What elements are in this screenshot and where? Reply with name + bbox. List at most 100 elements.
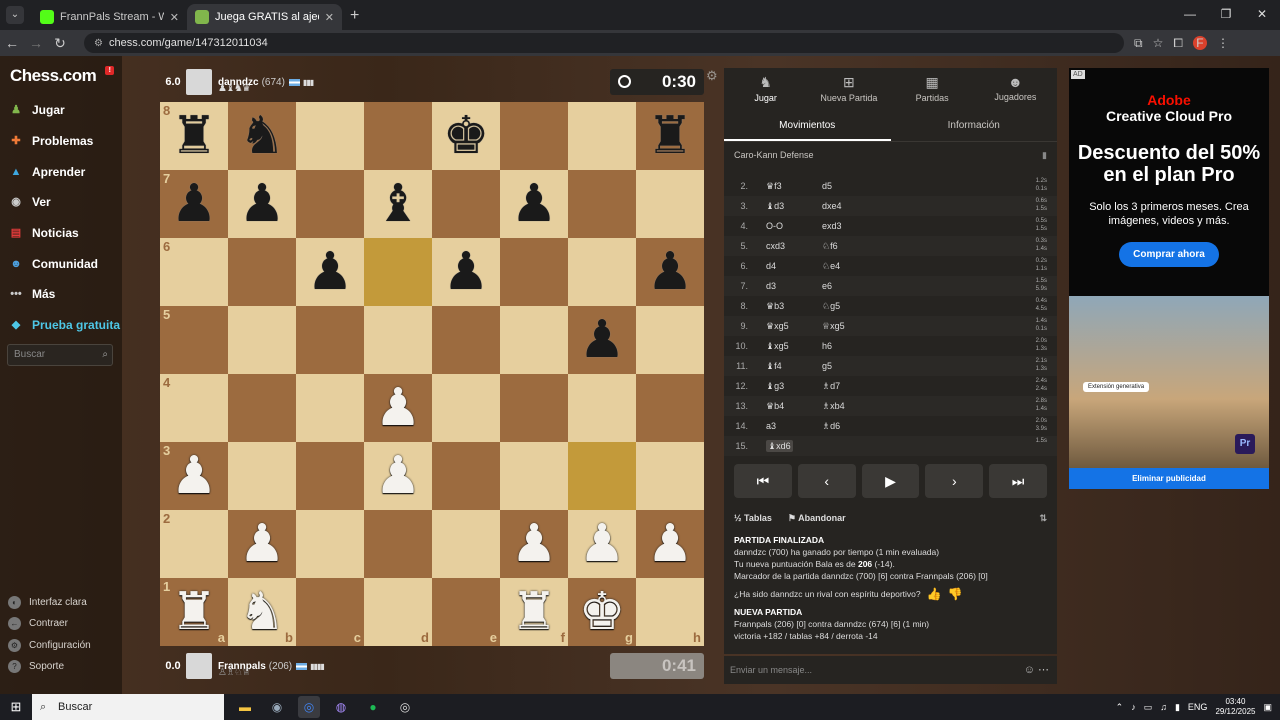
white-pawn-icon[interactable]: ♟ [579, 515, 626, 573]
file-explorer-icon[interactable]: ▬ [234, 696, 256, 718]
browser-tab-stream[interactable]: FrannPals Stream - Watch Live ✕ [32, 4, 187, 30]
square-e1[interactable]: e [432, 578, 500, 646]
black-move[interactable]: ♘f6 [822, 241, 838, 251]
square-e8[interactable]: ♚ [432, 102, 500, 170]
square-h3[interactable] [636, 442, 704, 510]
square-b5[interactable] [228, 306, 296, 374]
square-e6[interactable]: ♟ [432, 238, 500, 306]
white-pawn-icon[interactable]: ♟ [239, 515, 286, 573]
cast-icon[interactable]: ⧉ [1134, 36, 1143, 51]
white-move[interactable]: ♝xg5 [766, 341, 789, 351]
square-h5[interactable] [636, 306, 704, 374]
chess-logo[interactable]: Chess.com! [10, 66, 114, 86]
white-pawn-icon[interactable]: ♟ [375, 379, 422, 437]
square-a5[interactable]: 5 [160, 306, 228, 374]
chrome-icon[interactable]: ◎ [298, 696, 320, 718]
close-tab-icon[interactable]: ✕ [325, 11, 334, 24]
black-pawn-icon[interactable]: ♟ [171, 175, 218, 233]
square-g5[interactable]: ♟ [568, 306, 636, 374]
square-c2[interactable] [296, 510, 364, 578]
profile-avatar[interactable]: F [1192, 36, 1207, 50]
square-b1[interactable]: b ♞ [228, 578, 296, 646]
minimize-icon[interactable]: — [1172, 0, 1208, 28]
player-avatar[interactable] [186, 653, 212, 679]
white-move[interactable]: ♛b3 [766, 301, 784, 311]
notifications-icon[interactable]: ▣ [1263, 702, 1272, 713]
white-move[interactable]: a3 [766, 421, 776, 431]
square-f7[interactable]: ♟ [500, 170, 568, 238]
white-knight-icon[interactable]: ♞ [239, 583, 286, 641]
chat-input[interactable]: Enviar un mensaje... ☺ ⋯ [724, 656, 1057, 684]
square-f8[interactable] [500, 102, 568, 170]
flip-board-icon[interactable]: ⇅ [1039, 513, 1047, 524]
sidebar-settings[interactable]: ⚙ Configuración [8, 639, 91, 652]
sidebar-search-input[interactable]: Buscar ⌕ [7, 344, 113, 366]
white-rook-icon[interactable]: ♜ [511, 583, 558, 641]
square-f4[interactable] [500, 374, 568, 442]
thumbs-up-icon[interactable]: 👍 [927, 588, 942, 600]
board-settings-icon[interactable]: ⚙ [706, 68, 718, 84]
white-rook-icon[interactable]: ♜ [171, 583, 218, 641]
square-a1[interactable]: 1 a ♜ [160, 578, 228, 646]
sidebar-item-comunidad[interactable]: ☻ Comunidad [8, 256, 98, 272]
tab-jugadores[interactable]: ☻ Jugadores [974, 68, 1057, 110]
sidebar-item-prueba[interactable]: ◆ Prueba gratuita [8, 317, 120, 333]
black-move[interactable]: ♗d7 [822, 381, 840, 391]
square-d7[interactable]: ♝ [364, 170, 432, 238]
square-b6[interactable] [228, 238, 296, 306]
square-c8[interactable] [296, 102, 364, 170]
windows-start-icon[interactable]: ⊞ [0, 699, 32, 715]
next-move-button[interactable]: › [925, 464, 984, 498]
black-move[interactable]: ♕xg5 [822, 321, 845, 331]
emoji-icon[interactable]: ☺ ⋯ [1024, 656, 1049, 684]
black-bishop-icon[interactable]: ♝ [375, 175, 422, 233]
spotify-icon[interactable]: ● [362, 696, 384, 718]
white-king-icon[interactable]: ♚ [579, 583, 626, 641]
white-move[interactable]: ♝d3 [766, 201, 784, 211]
site-info-icon[interactable]: ⚙ [94, 38, 103, 49]
square-a3[interactable]: 3 ♟ [160, 442, 228, 510]
black-move[interactable]: ♘g5 [822, 301, 840, 311]
sidebar-item-jugar[interactable]: ♟ Jugar [8, 102, 65, 118]
chess-board[interactable]: 8 ♜ ♞ ♚ ♜ 7 ♟ ♟ ♝ ♟ 6 ♟ ♟ ♟ 5 ♟ 4 ♟ 3 ♟ ♟ 2 ♟ ♟ ♟ ♟ 1 a ♜ b ♞ c d e f ♜ g ♚ h [160, 102, 704, 646]
extensions-icon[interactable]: ⧠ [1173, 36, 1183, 51]
square-f2[interactable]: ♟ [500, 510, 568, 578]
browser-tab-chess[interactable]: Juega GRATIS al ajedrez online ✕ [187, 4, 342, 30]
draw-button[interactable]: ½ Tablas [734, 513, 772, 523]
last-move-button[interactable]: ⏭ [989, 464, 1047, 498]
white-move[interactable]: d4 [766, 261, 776, 271]
square-h4[interactable] [636, 374, 704, 442]
book-icon[interactable]: ▮ [1042, 142, 1047, 168]
tab-partidas[interactable]: ▦ Partidas [891, 68, 974, 110]
square-h7[interactable] [636, 170, 704, 238]
black-move[interactable]: g5 [822, 361, 832, 371]
black-rook-icon[interactable]: ♜ [647, 107, 694, 165]
square-b4[interactable] [228, 374, 296, 442]
thumbs-down-icon[interactable]: 👎 [948, 588, 963, 600]
square-e7[interactable] [432, 170, 500, 238]
square-b3[interactable] [228, 442, 296, 510]
square-c1[interactable]: c [296, 578, 364, 646]
white-move[interactable]: O-O [766, 221, 783, 231]
square-d4[interactable]: ♟ [364, 374, 432, 442]
new-tab-icon[interactable]: + [350, 7, 359, 25]
subtab-movimientos[interactable]: Movimientos [724, 110, 891, 141]
tray-chevron-icon[interactable]: ⌃ [1116, 702, 1124, 713]
sidebar-item-ver[interactable]: ◉ Ver [8, 194, 51, 210]
opponent-avatar[interactable] [186, 69, 212, 95]
square-c6[interactable]: ♟ [296, 238, 364, 306]
square-h6[interactable]: ♟ [636, 238, 704, 306]
black-move[interactable]: d5 [822, 181, 832, 191]
white-move[interactable]: ♛f3 [766, 181, 782, 191]
browser-menu-icon[interactable]: ⋮ [1217, 36, 1229, 50]
square-b8[interactable]: ♞ [228, 102, 296, 170]
white-move[interactable]: cxd3 [766, 241, 785, 251]
tab-jugar[interactable]: ♞ Jugar [724, 68, 807, 110]
language-indicator[interactable]: ENG [1188, 702, 1208, 712]
square-g4[interactable] [568, 374, 636, 442]
black-pawn-icon[interactable]: ♟ [647, 243, 694, 301]
tab-nueva-partida[interactable]: ⊞ Nueva Partida [807, 68, 890, 110]
square-g3[interactable] [568, 442, 636, 510]
close-tab-icon[interactable]: ✕ [170, 11, 179, 24]
square-c3[interactable] [296, 442, 364, 510]
